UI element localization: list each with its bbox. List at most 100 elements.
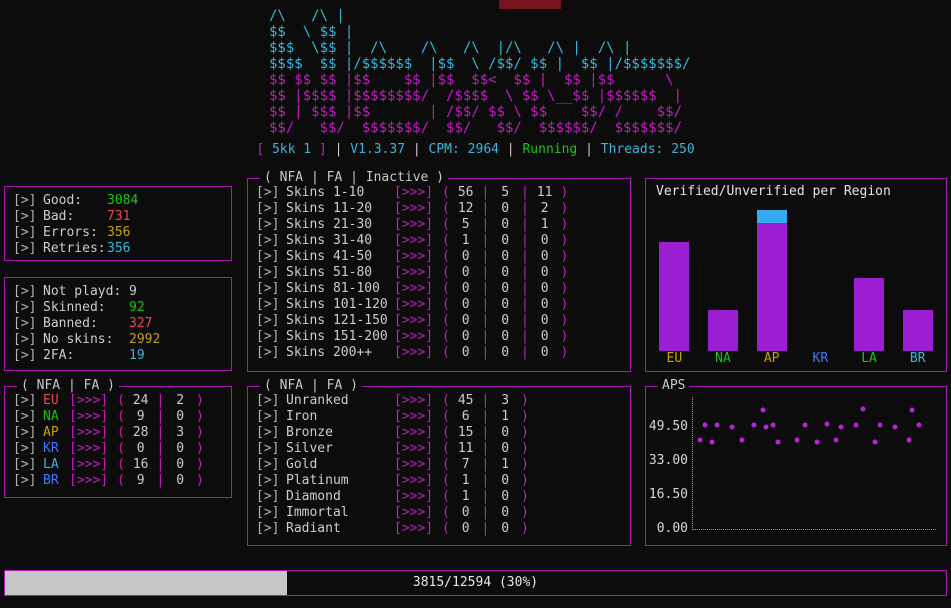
arrows: [>>>] xyxy=(394,425,442,441)
row-prefix: [>] xyxy=(256,185,286,201)
stat-label: Not playd: xyxy=(43,284,129,300)
stat-label: Banned: xyxy=(43,316,129,332)
account-stats-panel: [>]Not playd:9[>]Skinned:92[>]Banned:327… xyxy=(4,277,232,371)
punct: ) xyxy=(553,265,569,280)
row-prefix: [>] xyxy=(256,217,286,233)
punct: ) xyxy=(188,457,204,472)
value: 2 xyxy=(172,393,188,409)
ascii-logo-line: $$$$ $$ |/$$$$$$ |$$ \ /$$/ $$ | $$ |/$$… xyxy=(261,56,691,72)
scatter-point xyxy=(861,407,866,412)
value: 0 xyxy=(497,201,513,217)
value-group: ( 0 | 0 | 0 ) xyxy=(442,265,568,281)
punct: | xyxy=(513,185,536,200)
punct: ( xyxy=(117,441,133,456)
data-row: [>]Immortal[>>>]( 0 | 0 ) xyxy=(256,505,622,521)
punct: | xyxy=(474,457,497,472)
punct: ( xyxy=(442,201,458,216)
value: 0 xyxy=(133,441,149,457)
arrows: [>>>] xyxy=(69,441,117,457)
scatter-point xyxy=(703,422,708,427)
results-panel: [>]Good:3084[>]Bad:731[>]Errors:356[>]Re… xyxy=(4,186,232,261)
punct: | xyxy=(474,473,497,488)
value: 0 xyxy=(497,521,513,537)
punct: ( xyxy=(442,505,458,520)
value-group: ( 0 | 0 ) xyxy=(442,521,529,537)
arrows: [>>>] xyxy=(394,489,442,505)
row-prefix: [>] xyxy=(256,233,286,249)
value: 5 xyxy=(497,185,513,201)
row-label: KR xyxy=(43,441,69,457)
data-row: [>]LA[>>>]( 16 | 0 ) xyxy=(13,457,223,473)
aps-panel-title: APS xyxy=(658,378,689,393)
punct: | xyxy=(149,441,172,456)
status-segment: V1.3.37 xyxy=(350,142,405,157)
data-row: [>]Diamond[>>>]( 1 | 0 ) xyxy=(256,489,622,505)
scatter-point xyxy=(873,439,878,444)
bar-category-label: EU xyxy=(667,351,683,367)
punct: ) xyxy=(188,425,204,440)
value: 0 xyxy=(458,281,474,297)
punct: | xyxy=(474,249,497,264)
status-segment: Running xyxy=(522,142,577,157)
row-prefix: [>] xyxy=(256,425,286,441)
value: 3 xyxy=(497,393,513,409)
scatter-point xyxy=(698,438,703,443)
value-group: ( 45 | 3 ) xyxy=(442,393,529,409)
punct: ) xyxy=(513,489,529,504)
y-axis-tick-label: 33.00 xyxy=(648,453,688,468)
value: 0 xyxy=(497,489,513,505)
data-row: [>]Bronze[>>>]( 15 | 0 ) xyxy=(256,425,622,441)
row-label: Skins 101-120 xyxy=(286,297,394,313)
value: 2 xyxy=(537,201,553,217)
status-line: [ 5kk 1 ] | V1.3.37 | CPM: 2964 | Runnin… xyxy=(0,142,951,157)
value-group: ( 0 | 0 | 0 ) xyxy=(442,313,568,329)
punct: | xyxy=(513,217,536,232)
value: 12 xyxy=(458,201,474,217)
value: 1 xyxy=(497,409,513,425)
value: 45 xyxy=(458,393,474,409)
ascii-logo-line: $$ | $$$ |$$ | /$$/ $$ \ $$ $$/ / $$/ xyxy=(261,104,691,120)
value: 15 xyxy=(458,425,474,441)
data-row: [>]Skins 31-40[>>>]( 1 | 0 | 0 ) xyxy=(256,233,622,249)
value-group: ( 0 | 0 ) xyxy=(117,441,204,457)
value: 1 xyxy=(497,457,513,473)
row-prefix: [>] xyxy=(13,300,43,316)
data-row: [>]EU[>>>]( 24 | 2 ) xyxy=(13,393,223,409)
value-group: ( 11 | 0 ) xyxy=(442,441,529,457)
value-group: ( 24 | 2 ) xyxy=(117,393,204,409)
scatter-point xyxy=(795,438,800,443)
arrows: [>>>] xyxy=(394,329,442,345)
stat-row: [>]Good:3084 xyxy=(13,193,223,209)
punct: ) xyxy=(553,281,569,296)
value-group: ( 56 | 5 | 11 ) xyxy=(442,185,568,201)
row-prefix: [>] xyxy=(256,489,286,505)
value: 56 xyxy=(458,185,474,201)
bar-chart-title: Verified/Unverified per Region xyxy=(656,184,891,199)
punct: ( xyxy=(442,457,458,472)
row-prefix: [>] xyxy=(256,249,286,265)
row-label: Skins 81-100 xyxy=(286,281,394,297)
scatter-point xyxy=(834,438,839,443)
row-prefix: [>] xyxy=(256,329,286,345)
value-group: ( 16 | 0 ) xyxy=(117,457,204,473)
scatter-point xyxy=(776,439,781,444)
punct: ( xyxy=(442,265,458,280)
scatter-point xyxy=(751,422,756,427)
value-group: ( 0 | 0 | 0 ) xyxy=(442,345,568,361)
data-row: [>]Skins 151-200[>>>]( 0 | 0 | 0 ) xyxy=(256,329,622,345)
punct: | xyxy=(474,425,497,440)
bar-slot: KR xyxy=(796,205,845,367)
bar-slot: EU xyxy=(650,205,699,367)
data-row: [>]BR[>>>]( 9 | 0 ) xyxy=(13,473,223,489)
value-group: ( 0 | 0 | 0 ) xyxy=(442,329,568,345)
arrows: [>>>] xyxy=(69,409,117,425)
row-label: Skins 11-20 xyxy=(286,201,394,217)
punct: ( xyxy=(442,233,458,248)
bar-category-label: BR xyxy=(910,351,926,367)
value: 0 xyxy=(497,425,513,441)
punct: ) xyxy=(553,233,569,248)
stat-row: [>]Skinned:92 xyxy=(13,300,223,316)
punct: | xyxy=(474,441,497,456)
status-segment: | xyxy=(327,142,350,157)
stat-value: 9 xyxy=(129,284,137,300)
